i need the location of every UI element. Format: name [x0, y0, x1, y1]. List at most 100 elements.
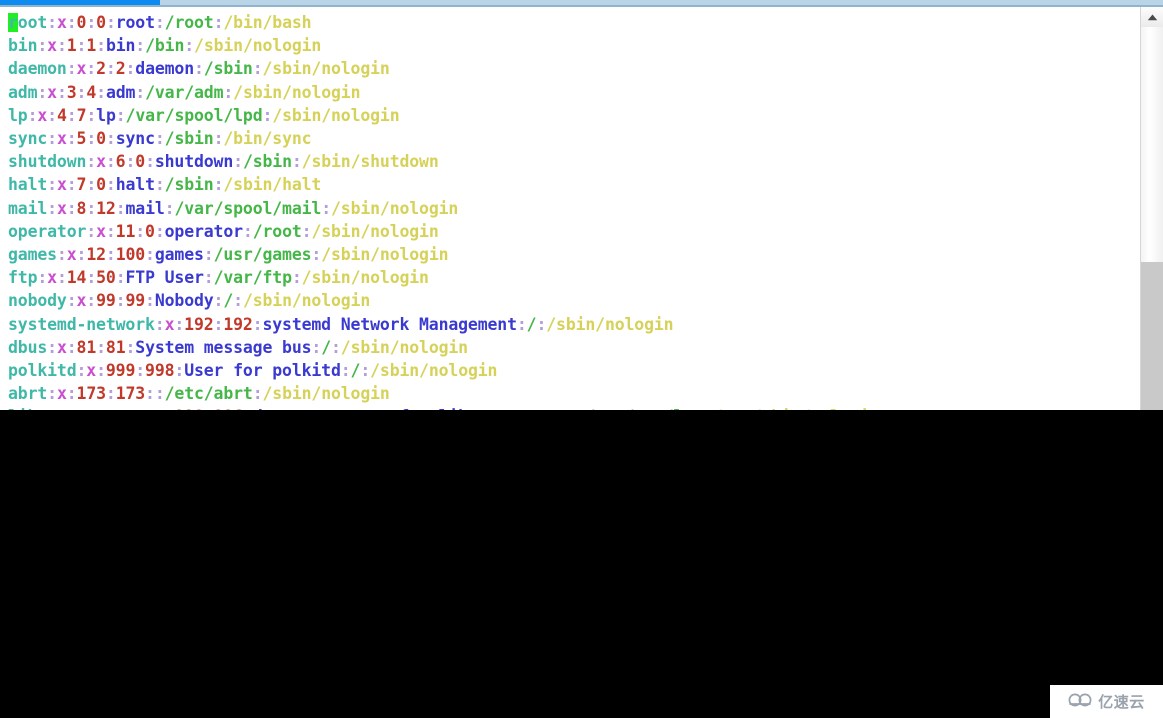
passwd-entry[interactable]: abrt:x:173:173::/etc/abrt:/sbin/nologin: [8, 382, 1140, 405]
field-separator: :: [536, 314, 547, 334]
home-directory: /bin: [145, 36, 185, 56]
field-separator: :: [66, 13, 77, 32]
passwd-entry[interactable]: lp:x:4:7:lp:/var/spool/lpd:/sbin/nologin: [8, 104, 1140, 127]
scroll-up-button[interactable]: [1141, 7, 1163, 27]
vertical-scrollbar[interactable]: [1140, 7, 1163, 410]
uid: 192: [184, 314, 214, 334]
uid: 0: [76, 13, 87, 32]
home-directory: /root: [252, 221, 302, 241]
field-separator: :: [135, 221, 146, 241]
username: oot: [17, 13, 48, 32]
field-separator: :: [360, 361, 371, 381]
passwd-entry[interactable]: shutdown:x:6:0:shutdown:/sbin:/sbin/shut…: [8, 150, 1140, 173]
username: sync: [8, 129, 48, 149]
home-directory: /: [350, 361, 361, 381]
field-separator: :: [105, 221, 116, 241]
gid: 0: [96, 13, 106, 32]
password-placeholder: x: [96, 152, 106, 172]
field-separator: :: [223, 82, 234, 102]
field-separator: :: [213, 13, 224, 32]
gid: 81: [105, 337, 126, 357]
gecos: root: [115, 13, 155, 32]
field-separator: :: [105, 175, 116, 195]
field-separator: :: [252, 59, 263, 79]
text-cursor: r: [8, 13, 18, 32]
home-directory: /var/ftp: [213, 268, 292, 288]
gid: 99: [125, 291, 146, 311]
field-separator: :: [47, 129, 57, 149]
password-placeholder: x: [56, 129, 67, 149]
gecos: FTP User: [125, 268, 204, 288]
field-separator: :: [86, 221, 97, 241]
field-separator: :: [47, 175, 57, 195]
login-shell: /sbin/halt: [223, 175, 322, 195]
gid: 1: [86, 36, 97, 56]
username: shutdown: [8, 152, 87, 172]
passwd-entry[interactable]: polkitd:x:999:998:User for polkitd:/:/sb…: [8, 359, 1140, 382]
gid: 12: [96, 198, 116, 218]
password-placeholder: x: [47, 268, 57, 288]
field-separator: :: [47, 198, 57, 218]
password-placeholder: x: [66, 245, 77, 265]
username: systemd-network: [8, 314, 155, 334]
home-directory: /: [223, 291, 234, 311]
passwd-entry[interactable]: root:x:0:0:root:/root:/bin/bash: [8, 11, 1140, 34]
field-separator: :: [311, 245, 322, 265]
gid: 7: [76, 105, 87, 125]
field-separator: :: [154, 175, 165, 195]
watermark-text: 亿速云: [1098, 693, 1145, 711]
uid: 12: [86, 245, 106, 265]
gid: 998: [145, 361, 175, 381]
uid: 999: [105, 361, 136, 381]
username: bin: [8, 36, 38, 56]
field-separator: :: [56, 36, 67, 56]
scrollbar-thumb[interactable]: [1141, 27, 1163, 262]
passwd-entry[interactable]: games:x:12:100:games:/usr/games:/sbin/no…: [8, 243, 1140, 266]
field-separator: :: [86, 291, 97, 311]
login-shell: /sbin/nologin: [262, 384, 390, 404]
uid: 5: [76, 129, 87, 149]
password-placeholder: x: [56, 337, 67, 357]
field-separator: :: [135, 36, 146, 56]
field-separator: :: [154, 314, 165, 334]
username: daemon: [8, 59, 67, 79]
username: polkitd: [8, 361, 77, 381]
passwd-entry[interactable]: bin:x:1:1:bin:/bin:/sbin/nologin: [8, 34, 1140, 57]
field-separator: :: [47, 105, 57, 125]
username: mail: [8, 198, 48, 218]
field-separator: :: [262, 105, 273, 125]
field-separator: :: [321, 198, 331, 218]
gecos: User for polkitd: [184, 361, 341, 381]
home-directory: /: [526, 314, 537, 334]
passwd-entry[interactable]: adm:x:3:4:adm:/var/adm:/sbin/nologin: [8, 81, 1140, 104]
passwd-entry[interactable]: daemon:x:2:2:daemon:/sbin:/sbin/nologin: [8, 57, 1140, 80]
field-separator: :: [154, 221, 165, 241]
passwd-file-content[interactable]: root:x:0:0:root:/root:/bin/bash bin:x:1:1…: [0, 7, 1140, 410]
field-separator: :: [115, 198, 126, 218]
gecos: halt: [115, 175, 155, 195]
gecos: lp: [96, 105, 116, 125]
username: adm: [8, 82, 38, 102]
passwd-entry[interactable]: mail:x:8:12:mail:/var/spool/mail:/sbin/n…: [8, 197, 1140, 220]
passwd-entry[interactable]: systemd-network:x:192:192:systemd Networ…: [8, 313, 1140, 336]
field-separator: :: [56, 268, 67, 288]
passwd-entry[interactable]: halt:x:7:0:halt:/sbin:/sbin/halt: [8, 173, 1140, 196]
passwd-entry[interactable]: sync:x:5:0:sync:/sbin:/bin/sync: [8, 127, 1140, 150]
home-directory: /var/spool/lpd: [125, 105, 263, 125]
password-placeholder: x: [96, 221, 106, 241]
gecos: System message bus: [135, 337, 312, 357]
uid: 14: [66, 268, 87, 288]
field-separator: :: [340, 361, 351, 381]
passwd-entry[interactable]: ftp:x:14:50:FTP User:/var/ftp:/sbin/nolo…: [8, 266, 1140, 289]
passwd-entry[interactable]: operator:x:11:0:operator:/root:/sbin/nol…: [8, 220, 1140, 243]
passwd-entry[interactable]: nobody:x:99:99:Nobody:/:/sbin/nologin: [8, 289, 1140, 312]
scrollbar-track[interactable]: [1141, 262, 1163, 410]
password-placeholder: x: [37, 105, 48, 125]
field-separator: :: [242, 221, 253, 241]
passwd-entry[interactable]: dbus:x:81:81:System message bus:/:/sbin/…: [8, 336, 1140, 359]
field-separator: :: [213, 129, 224, 149]
field-separator: :: [174, 361, 185, 381]
home-directory: /: [321, 337, 331, 357]
field-separator: :: [66, 198, 77, 218]
field-separator: :: [76, 82, 87, 102]
